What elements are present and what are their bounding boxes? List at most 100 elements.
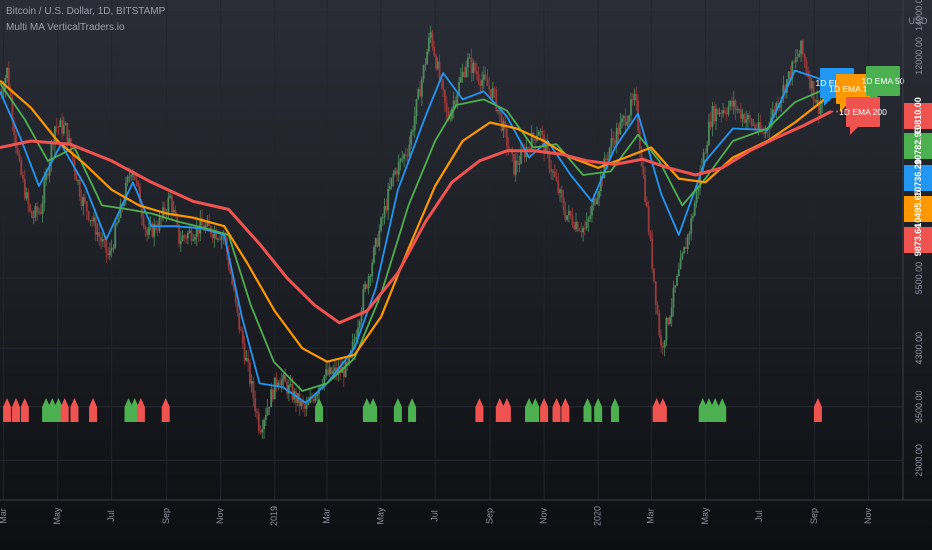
sell-signal-marker bbox=[813, 398, 822, 422]
candle-body bbox=[424, 64, 427, 66]
candle-body bbox=[254, 398, 257, 412]
price-label-text: 10495.65 bbox=[913, 190, 923, 228]
candle-body bbox=[752, 124, 755, 126]
candle-body bbox=[573, 224, 576, 230]
candle-body bbox=[378, 230, 381, 247]
candle-body bbox=[482, 74, 485, 80]
candle-body bbox=[273, 377, 276, 400]
price-tick-label: 2900.00 bbox=[914, 444, 924, 477]
candle-body bbox=[747, 115, 749, 120]
candle-body bbox=[266, 407, 269, 416]
candle-body bbox=[316, 393, 319, 397]
candle-body bbox=[241, 330, 244, 344]
candle-body bbox=[358, 321, 361, 328]
candle-body bbox=[684, 246, 687, 249]
candle-body bbox=[589, 215, 592, 219]
candle-body bbox=[812, 81, 815, 100]
candle-body bbox=[745, 119, 748, 123]
candle-body bbox=[750, 119, 753, 125]
candle-body bbox=[389, 186, 391, 190]
candle-body bbox=[642, 166, 645, 175]
candle-body bbox=[155, 224, 157, 231]
sell-signal-marker bbox=[60, 398, 69, 422]
candle-body bbox=[654, 281, 657, 305]
candle-body bbox=[383, 206, 386, 218]
candle-body bbox=[156, 230, 159, 231]
candle-body bbox=[190, 230, 193, 241]
candle-body bbox=[514, 160, 517, 175]
candle-body bbox=[456, 94, 459, 104]
candle-body bbox=[466, 57, 469, 68]
candle-body bbox=[371, 262, 374, 277]
candle-body bbox=[101, 239, 104, 242]
candle-body bbox=[612, 137, 615, 140]
candle-body bbox=[303, 404, 306, 409]
time-tick-label: Jul bbox=[106, 510, 116, 522]
candle-body bbox=[105, 239, 108, 254]
candle-body bbox=[576, 221, 579, 231]
candle-body bbox=[693, 203, 696, 216]
candle-body bbox=[583, 228, 586, 229]
currency-label: USD bbox=[908, 16, 928, 26]
candle-body bbox=[658, 313, 661, 336]
candle-body bbox=[373, 246, 375, 263]
candle-body bbox=[31, 211, 33, 218]
indicator-title[interactable]: Multi MA VerticalTraders.io bbox=[6, 22, 125, 33]
candle-body bbox=[676, 275, 678, 286]
candle-body bbox=[147, 226, 150, 236]
candle-body bbox=[803, 54, 806, 62]
candle-body bbox=[291, 383, 294, 400]
price-chart[interactable]: 1D EMA 201D EMA 1001D EMA 501D EMA 200 1… bbox=[0, 0, 932, 550]
candle-body bbox=[394, 170, 397, 174]
candle-body bbox=[422, 65, 425, 80]
candle-body bbox=[146, 229, 149, 236]
candle-body bbox=[762, 132, 765, 134]
time-tick-label: Nov bbox=[863, 508, 873, 525]
candle-body bbox=[736, 109, 739, 111]
candle-body bbox=[41, 202, 44, 214]
candle-body bbox=[364, 284, 366, 290]
candle-body bbox=[729, 100, 732, 107]
symbol-title: Bitcoin / U.S. Dollar, 1D, BITSTAMP bbox=[6, 6, 166, 17]
candle-body bbox=[286, 382, 289, 394]
sell-signal-marker bbox=[89, 398, 98, 422]
time-tick-label: Jul bbox=[754, 510, 764, 522]
candle-body bbox=[110, 248, 113, 251]
candle-body bbox=[256, 411, 258, 414]
candle-body bbox=[268, 407, 271, 408]
candle-body bbox=[631, 99, 634, 101]
candle-body bbox=[679, 258, 682, 270]
candle-body bbox=[686, 235, 689, 249]
candle-body bbox=[142, 216, 145, 227]
candle-body bbox=[419, 89, 421, 97]
candle-body bbox=[62, 125, 65, 134]
candle-body bbox=[518, 163, 521, 165]
candle-body bbox=[541, 131, 544, 135]
candle-body bbox=[18, 154, 21, 160]
candle-body bbox=[619, 121, 622, 135]
time-tick-label: Sep bbox=[161, 508, 171, 524]
candle-body bbox=[220, 235, 223, 240]
candle-body bbox=[500, 113, 503, 131]
time-axis[interactable]: Mar May Jul Sep Nov 2019 Mar May Jul Sep Nov 2020 Ma… bbox=[0, 506, 873, 526]
candle-body bbox=[594, 198, 597, 204]
candle-body bbox=[130, 175, 133, 177]
candle-body bbox=[718, 112, 721, 115]
candle-body bbox=[32, 216, 35, 218]
candle-body bbox=[277, 382, 280, 386]
candle-body bbox=[374, 238, 377, 247]
candle-body bbox=[582, 228, 584, 233]
candle-body bbox=[568, 210, 570, 216]
time-tick-label: Mar bbox=[646, 508, 656, 524]
candle-body bbox=[128, 176, 131, 178]
candle-body bbox=[459, 76, 462, 83]
candle-body bbox=[252, 381, 255, 399]
candle-body bbox=[185, 236, 187, 239]
time-tick-label: Jul bbox=[429, 510, 439, 522]
candle-body bbox=[194, 236, 196, 240]
candle-body bbox=[20, 159, 23, 175]
candle-body bbox=[167, 197, 170, 213]
candle-body bbox=[307, 402, 310, 405]
buy-signal-marker bbox=[583, 398, 592, 422]
candle-body bbox=[179, 240, 182, 244]
